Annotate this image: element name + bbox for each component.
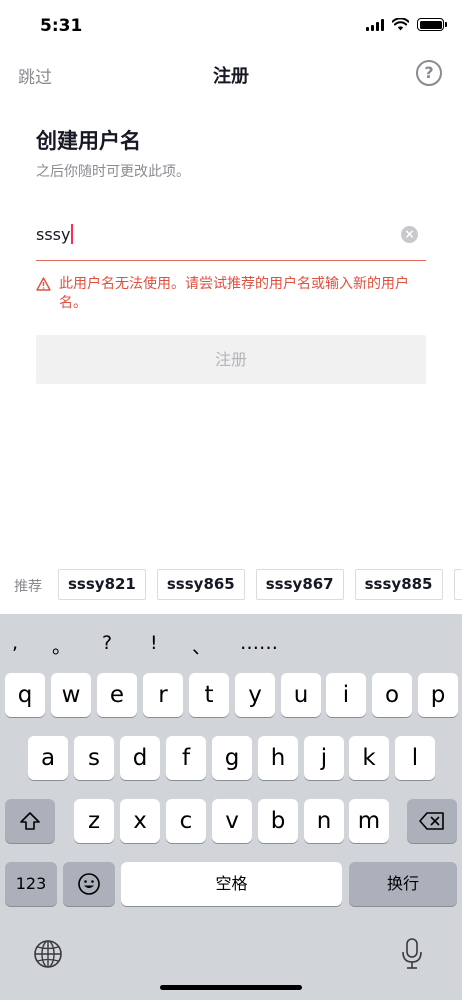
heading: 创建用户名 (36, 129, 141, 153)
shift-key[interactable] (5, 799, 55, 843)
key-e[interactable]: e (97, 673, 137, 717)
globe-icon[interactable] (33, 939, 63, 969)
shift-icon (20, 812, 40, 830)
key-l[interactable]: l (395, 736, 435, 780)
emoji-key[interactable] (63, 862, 115, 906)
key-m[interactable]: m (349, 799, 389, 843)
key-s[interactable]: s (74, 736, 114, 780)
register-button[interactable]: 注册 (36, 335, 426, 384)
space-key[interactable]: 空格 (121, 862, 342, 906)
clear-input-icon[interactable]: × (401, 226, 418, 243)
key-d[interactable]: d (120, 736, 160, 780)
key-h[interactable]: h (258, 736, 298, 780)
status-bar: 5:31 (0, 0, 462, 54)
emoji-icon (78, 873, 100, 895)
backspace-key[interactable] (407, 799, 457, 843)
return-key[interactable]: 换行 (349, 862, 457, 906)
suggestion-label: 推荐 (14, 579, 42, 595)
status-icons (366, 18, 447, 31)
subheading: 之后你随时可更改此项。 (36, 164, 190, 180)
username-field[interactable]: sssy × (36, 216, 426, 261)
key-q[interactable]: q (5, 673, 45, 717)
key-x[interactable]: x (120, 799, 160, 843)
punct-key[interactable]: ? (102, 632, 112, 654)
key-a[interactable]: a (28, 736, 68, 780)
status-time: 5:31 (40, 16, 83, 36)
key-j[interactable]: j (304, 736, 344, 780)
punct-key[interactable]: ! (150, 632, 158, 654)
key-k[interactable]: k (349, 736, 389, 780)
wifi-icon (392, 18, 409, 31)
key-g[interactable]: g (212, 736, 252, 780)
suggestion-chip[interactable]: sssy865 (156, 569, 245, 600)
text-caret (71, 224, 74, 244)
suggestion-chip[interactable]: sssy867 (255, 569, 344, 600)
key-v[interactable]: v (212, 799, 252, 843)
error-text: 此用户名无法使用。请尝试推荐的用户名或输入新的用户名。 (59, 276, 409, 311)
numbers-key[interactable]: 123 (5, 862, 57, 906)
key-p[interactable]: p (418, 673, 458, 717)
error-message: 此用户名无法使用。请尝试推荐的用户名或输入新的用户名。 (36, 275, 416, 313)
key-r[interactable]: r (143, 673, 183, 717)
username-input[interactable]: sssy (36, 224, 74, 244)
username-input-value: sssy (36, 224, 71, 244)
page-title: 注册 (213, 66, 249, 87)
suggestion-chip[interactable]: sssy88 (453, 569, 462, 600)
battery-icon (417, 18, 447, 31)
key-w[interactable]: w (51, 673, 91, 717)
punct-key[interactable]: , (12, 632, 18, 654)
key-t[interactable]: t (189, 673, 229, 717)
key-o[interactable]: o (372, 673, 412, 717)
key-f[interactable]: f (166, 736, 206, 780)
punct-key[interactable]: …… (240, 632, 278, 654)
warning-icon (36, 277, 51, 291)
microphone-icon[interactable] (401, 937, 423, 971)
key-b[interactable]: b (258, 799, 298, 843)
key-c[interactable]: c (166, 799, 206, 843)
keyboard: , 。 ? ! 、 …… q w e r t y u i o p a s d f… (0, 614, 462, 1000)
punct-key[interactable]: 、 (192, 632, 211, 659)
cellular-signal-icon (366, 18, 384, 31)
help-icon[interactable]: ? (416, 60, 442, 86)
home-indicator (160, 985, 302, 990)
punct-key[interactable]: 。 (52, 632, 71, 659)
nav-bar: 跳过 注册 ? (0, 54, 462, 94)
suggestion-bar: 推荐 sssy821 sssy865 sssy867 sssy885 sssy8… (0, 563, 462, 607)
key-n[interactable]: n (304, 799, 344, 843)
key-y[interactable]: y (235, 673, 275, 717)
key-z[interactable]: z (74, 799, 114, 843)
backspace-icon (419, 812, 444, 830)
suggestion-chip[interactable]: sssy821 (58, 569, 146, 600)
suggestion-chips: sssy821 sssy865 sssy867 sssy885 sssy88 (58, 569, 462, 600)
punctuation-row: , 。 ? ! 、 …… (0, 632, 462, 658)
key-u[interactable]: u (281, 673, 321, 717)
suggestion-chip[interactable]: sssy885 (354, 569, 443, 600)
key-i[interactable]: i (326, 673, 366, 717)
